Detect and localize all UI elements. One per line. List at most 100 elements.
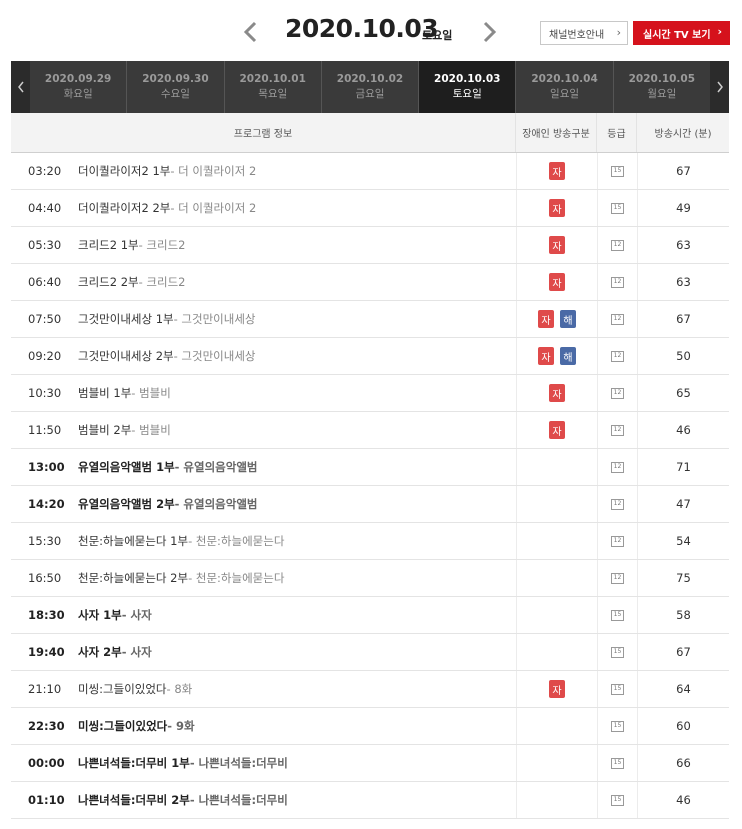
table-row[interactable]: 07:50 그것만이내세상 1부 - 그것만이내세상 자 해 12 67 <box>11 301 729 338</box>
program-time: 01:10 <box>28 793 65 807</box>
program-title[interactable]: 크리드2 1부 <box>78 237 139 253</box>
program-cell: 21:10 미씽:그들이있었다 - 8화 <box>11 671 516 707</box>
table-row[interactable]: 04:40 더이퀄라이저2 2부 - 더 이퀄라이저 2 자 15 49 <box>11 190 729 227</box>
rating-icon: 15 <box>611 609 624 621</box>
rating-icon: 12 <box>611 239 624 251</box>
program-title[interactable]: 천문:하늘에묻는다 1부 <box>78 533 188 549</box>
table-row[interactable]: 06:40 크리드2 2부 - 크리드2 자 12 63 <box>11 264 729 301</box>
disability-cell: 자 <box>516 412 597 448</box>
grade-cell: 15 <box>597 634 637 670</box>
schedule-table: 프로그램 정보 장애인 방송구분 등급 방송시간 (분) 03:20 더이퀄라이저… <box>11 113 729 819</box>
rating-icon: 12 <box>611 350 624 362</box>
tab-weekday: 화요일 <box>63 88 93 100</box>
disability-cell: 자 <box>516 264 597 300</box>
duration-cell: 64 <box>637 671 729 707</box>
grade-cell: 15 <box>597 708 637 744</box>
tab-weekday: 월요일 <box>647 88 677 100</box>
table-row[interactable]: 16:50 천문:하늘에묻는다 2부 - 천문:하늘에묻는다 12 75 <box>11 560 729 597</box>
date-tab[interactable]: 2020.10.04 일요일 <box>516 61 614 113</box>
program-subtitle: - 더 이퀄라이저 2 <box>170 201 257 215</box>
next-day-button[interactable] <box>478 16 502 48</box>
duration-cell: 67 <box>637 301 729 337</box>
program-subtitle: - 크리드2 <box>138 275 186 289</box>
program-title[interactable]: 그것만이내세상 1부 <box>78 311 174 327</box>
program-time: 16:50 <box>28 571 62 585</box>
program-title[interactable]: 유열의음악앨범 2부 <box>78 496 175 512</box>
program-title[interactable]: 사자 1부 <box>78 607 122 623</box>
table-row[interactable]: 13:00 유열의음악앨범 1부 - 유열의음악앨범 12 71 <box>11 449 729 486</box>
date-tab[interactable]: 2020.09.29 화요일 <box>30 61 128 113</box>
program-subtitle: - 범블비 <box>131 423 171 437</box>
grade-cell: 12 <box>597 338 637 374</box>
disability-cell <box>516 782 597 818</box>
program-cell: 10:30 범블비 1부 - 범블비 <box>11 375 516 411</box>
grade-cell: 15 <box>597 190 637 226</box>
program-subtitle: - 크리드2 <box>138 238 186 252</box>
program-title[interactable]: 사자 2부 <box>78 644 122 660</box>
program-title[interactable]: 더이퀄라이저2 2부 <box>78 200 170 216</box>
program-title[interactable]: 더이퀄라이저2 1부 <box>78 163 170 179</box>
grade-cell: 12 <box>597 227 637 263</box>
table-row[interactable]: 15:30 천문:하늘에묻는다 1부 - 천문:하늘에묻는다 12 54 <box>11 523 729 560</box>
tab-date: 2020.10.05 <box>628 73 696 85</box>
program-time: 06:40 <box>28 275 62 289</box>
table-row[interactable]: 10:30 범블비 1부 - 범블비 자 12 65 <box>11 375 729 412</box>
prev-day-button[interactable] <box>238 16 262 48</box>
tab-date: 2020.09.30 <box>142 73 209 85</box>
caption-badge: 자 <box>549 199 565 217</box>
table-row[interactable]: 11:50 범블비 2부 - 범블비 자 12 46 <box>11 412 729 449</box>
program-time: 11:50 <box>28 423 62 437</box>
table-row[interactable]: 01:10 나쁜녀석들:더무비 2부 - 나쁜녀석들:더무비 15 46 <box>11 782 729 819</box>
program-title[interactable]: 나쁜녀석들:더무비 1부 <box>78 755 190 771</box>
date-tab[interactable]: 2020.10.05 월요일 <box>614 61 710 113</box>
program-title[interactable]: 미씽:그들이있었다 <box>78 718 167 734</box>
tab-date: 2020.10.04 <box>531 73 598 85</box>
table-row[interactable]: 22:30 미씽:그들이있었다 - 9화 15 60 <box>11 708 729 745</box>
tabs-next-button[interactable] <box>710 61 729 113</box>
caption-badge: 자 <box>549 680 565 698</box>
program-title[interactable]: 나쁜녀석들:더무비 2부 <box>78 792 190 808</box>
header-disability: 장애인 방송구분 <box>516 113 597 152</box>
tab-weekday: 일요일 <box>550 88 580 100</box>
table-row[interactable]: 09:20 그것만이내세상 2부 - 그것만이내세상 자 해 12 50 <box>11 338 729 375</box>
rating-icon: 15 <box>611 720 624 732</box>
duration-cell: 66 <box>637 745 729 781</box>
table-header: 프로그램 정보 장애인 방송구분 등급 방송시간 (분) <box>11 113 729 153</box>
table-row[interactable]: 18:30 사자 1부 - 사자 15 58 <box>11 597 729 634</box>
program-time: 04:40 <box>28 201 62 215</box>
disability-cell <box>516 597 597 633</box>
channel-guide-button[interactable]: 채널번호안내 › <box>540 21 628 45</box>
table-row[interactable]: 05:30 크리드2 1부 - 크리드2 자 12 63 <box>11 227 729 264</box>
date-tab[interactable]: 2020.09.30 수요일 <box>127 61 225 113</box>
program-subtitle: - 더 이퀄라이저 2 <box>170 164 257 178</box>
program-time: 19:40 <box>28 645 65 659</box>
program-title[interactable]: 범블비 2부 <box>78 422 131 438</box>
program-title[interactable]: 미씽:그들이있었다 <box>78 681 167 697</box>
chevron-right-icon: › <box>616 26 621 39</box>
table-row[interactable]: 19:40 사자 2부 - 사자 15 67 <box>11 634 729 671</box>
rating-icon: 12 <box>611 424 624 436</box>
date-tab[interactable]: 2020.10.03 토요일 <box>419 61 517 113</box>
table-row[interactable]: 03:20 더이퀄라이저2 1부 - 더 이퀄라이저 2 자 15 67 <box>11 153 729 190</box>
disability-cell: 자 <box>516 153 597 189</box>
program-title[interactable]: 범블비 1부 <box>78 385 131 401</box>
duration-cell: 71 <box>637 449 729 485</box>
program-subtitle: - 천문:하늘에묻는다 <box>188 571 285 585</box>
grade-cell: 12 <box>597 412 637 448</box>
table-row[interactable]: 21:10 미씽:그들이있었다 - 8화 자 15 64 <box>11 671 729 708</box>
program-cell: 13:00 유열의음악앨범 1부 - 유열의음악앨범 <box>11 449 516 485</box>
program-title[interactable]: 천문:하늘에묻는다 2부 <box>78 570 188 586</box>
live-tv-button[interactable]: 실시간 TV 보기 › <box>633 21 730 45</box>
date-tab[interactable]: 2020.10.01 목요일 <box>225 61 322 113</box>
table-row[interactable]: 14:20 유열의음악앨범 2부 - 유열의음악앨범 12 47 <box>11 486 729 523</box>
date-tab[interactable]: 2020.10.02 금요일 <box>322 61 420 113</box>
chevron-left-icon <box>17 81 24 93</box>
tabs-prev-button[interactable] <box>11 61 30 113</box>
table-row[interactable]: 00:00 나쁜녀석들:더무비 1부 - 나쁜녀석들:더무비 15 66 <box>11 745 729 782</box>
rating-icon: 15 <box>611 165 624 177</box>
program-title[interactable]: 그것만이내세상 2부 <box>78 348 174 364</box>
program-time: 09:20 <box>28 349 62 363</box>
program-title[interactable]: 유열의음악앨범 1부 <box>78 459 175 475</box>
program-title[interactable]: 크리드2 2부 <box>78 274 139 290</box>
program-cell: 14:20 유열의음악앨범 2부 - 유열의음악앨범 <box>11 486 516 522</box>
